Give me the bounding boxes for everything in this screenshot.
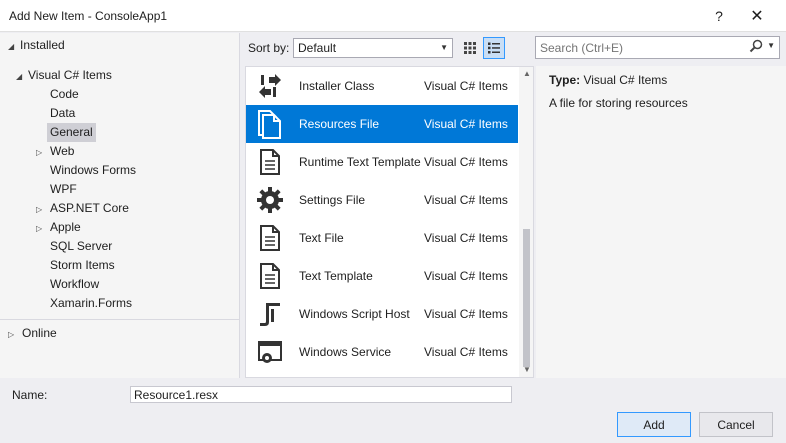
tree-node-xamarin-forms[interactable]: Xamarin.Forms [50, 294, 132, 313]
tree-node-label: Installed [20, 38, 65, 52]
tree-node-web[interactable]: ▷ Web [36, 142, 74, 161]
list-item[interactable]: Runtime Text Template Visual C# Items [246, 143, 518, 181]
collapsed-arrow-icon[interactable]: ▷ [8, 325, 20, 344]
tree-node-label: Online [22, 326, 57, 340]
item-name: Windows Service [299, 345, 392, 359]
text-template-icon [254, 260, 286, 292]
sort-label: Sort by: [248, 41, 290, 55]
list-item[interactable]: Settings File Visual C# Items [246, 181, 518, 219]
item-category: Visual C# Items [424, 193, 508, 207]
tree-node-wpf[interactable]: WPF [50, 180, 77, 199]
title-bar: Add New Item - ConsoleApp1 ? ✕ [0, 0, 786, 32]
tree-node-windows-forms[interactable]: Windows Forms [50, 161, 136, 180]
list-item[interactable]: Installer Class Visual C# Items [246, 67, 518, 105]
sort-value: Default [298, 41, 337, 55]
scroll-thumb[interactable] [523, 229, 530, 367]
tree-node-workflow[interactable]: Workflow [50, 275, 99, 294]
item-description: A file for storing resources [549, 96, 688, 110]
chevron-down-icon: ▼ [440, 43, 448, 52]
help-button[interactable]: ? [702, 0, 736, 32]
tree-node-sql-server[interactable]: SQL Server [50, 237, 112, 256]
list-item[interactable]: Text File Visual C# Items [246, 219, 518, 257]
search-box[interactable]: ▼ [535, 36, 780, 59]
item-category: Visual C# Items [424, 269, 508, 283]
list-item[interactable]: Windows Service Visual C# Items [246, 333, 518, 371]
tree-node-label: Web [50, 144, 75, 158]
tree-node-installed[interactable]: ◢ Installed [8, 36, 65, 55]
search-icon[interactable] [749, 39, 763, 56]
type-value: Visual C# Items [583, 73, 668, 87]
list-item[interactable]: Text Template Visual C# Items [246, 257, 518, 295]
script-icon [254, 298, 286, 330]
item-name: Installer Class [299, 79, 375, 93]
tree-node-code[interactable]: Code [50, 85, 79, 104]
grid-view-icon [464, 42, 476, 54]
item-name: Runtime Text Template [299, 155, 421, 169]
search-input[interactable] [536, 37, 736, 58]
scroll-down-icon[interactable]: ▼ [523, 365, 531, 374]
resources-file-icon [254, 108, 286, 140]
tree-node-general[interactable]: General [47, 123, 96, 142]
item-category: Visual C# Items [424, 231, 508, 245]
close-button[interactable]: ✕ [740, 0, 774, 32]
text-template-icon [254, 146, 286, 178]
cancel-button[interactable]: Cancel [699, 412, 773, 437]
item-name: Windows Script Host [299, 307, 410, 321]
name-bar: Name: [0, 379, 786, 411]
item-category: Visual C# Items [424, 307, 508, 321]
service-icon [254, 336, 286, 368]
item-category: Visual C# Items [424, 345, 508, 359]
divider [0, 319, 240, 320]
type-line: Type: Visual C# Items [549, 73, 667, 87]
tree-node-visual-cs-items[interactable]: ◢ Visual C# Items [16, 66, 112, 85]
collapsed-arrow-icon[interactable]: ▷ [36, 219, 48, 238]
window-title: Add New Item - ConsoleApp1 [9, 9, 168, 23]
name-input[interactable] [130, 386, 512, 403]
add-button[interactable]: Add [617, 412, 691, 437]
list-item[interactable]: Resources File Visual C# Items [246, 105, 518, 143]
template-list: Installer Class Visual C# Items Resource… [245, 66, 534, 378]
list-view-button[interactable] [483, 37, 505, 59]
list-scrollbar[interactable]: ▲ ▼ [519, 67, 533, 377]
item-category: Visual C# Items [424, 79, 508, 93]
tree-node-storm-items[interactable]: Storm Items [50, 256, 115, 275]
collapsed-arrow-icon[interactable]: ▷ [36, 200, 48, 219]
details-panel: Type: Visual C# Items A file for storing… [536, 66, 786, 378]
expanded-arrow-icon[interactable]: ◢ [16, 67, 28, 86]
installer-icon [254, 70, 286, 102]
list-item[interactable]: Windows Script Host Visual C# Items [246, 295, 518, 333]
item-name: Settings File [299, 193, 366, 207]
text-file-icon [254, 222, 286, 254]
tree-node-label: Visual C# Items [28, 68, 112, 82]
medium-icons-view-button[interactable] [459, 37, 481, 59]
type-label: Type: [549, 73, 581, 87]
tree-node-apple[interactable]: ▷ Apple [36, 218, 81, 237]
name-label: Name: [12, 388, 48, 402]
expanded-arrow-icon[interactable]: ◢ [8, 37, 20, 56]
sort-dropdown[interactable]: Default ▼ [293, 38, 453, 58]
item-name: Text Template [299, 269, 373, 283]
scroll-up-icon[interactable]: ▲ [523, 69, 531, 78]
chevron-down-icon[interactable]: ▼ [767, 41, 775, 50]
tree-node-label: ASP.NET Core [50, 201, 129, 215]
tree-node-label: Apple [50, 220, 81, 234]
tree-node-aspnet-core[interactable]: ▷ ASP.NET Core [36, 199, 129, 218]
item-name: Resources File [299, 117, 380, 131]
item-category: Visual C# Items [424, 155, 508, 169]
category-tree: ◢ Installed ◢ Visual C# Items Code Data Ge… [0, 33, 240, 378]
tree-node-online[interactable]: ▷ Online [8, 324, 57, 343]
gear-icon [254, 184, 286, 216]
list-view-icon [488, 42, 500, 54]
tree-node-data[interactable]: Data [50, 104, 75, 123]
collapsed-arrow-icon[interactable]: ▷ [36, 143, 48, 162]
item-name: Text File [299, 231, 344, 245]
item-category: Visual C# Items [424, 117, 508, 131]
